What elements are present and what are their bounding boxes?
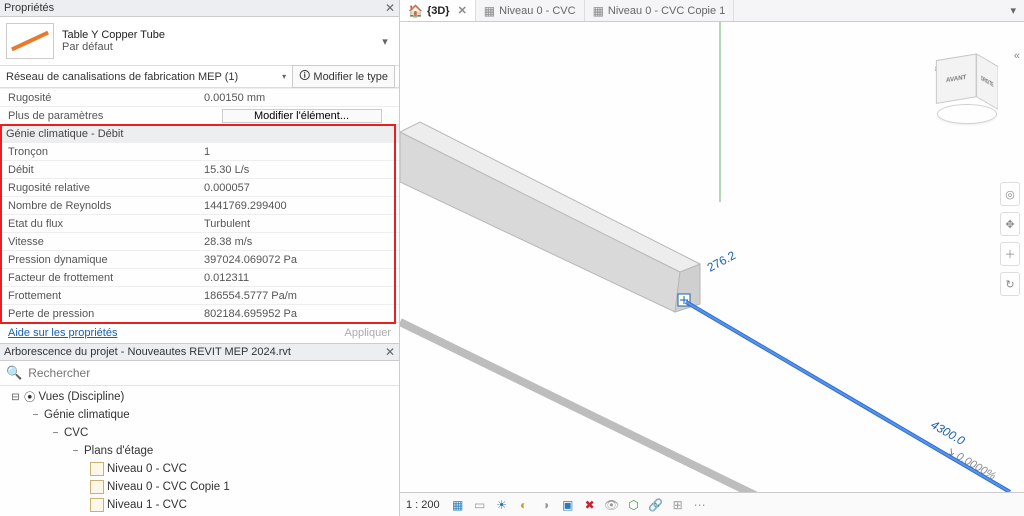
project-browser-title: Arborescence du projet - Nouveautes REVI… [4,346,291,358]
param-value[interactable]: 802184.695952 Pa [200,308,399,320]
chevron-down-icon[interactable]: ▾ [282,72,286,81]
dimension-text: 4300.0 [929,417,968,448]
type-thumbnail [6,23,54,59]
view-tab[interactable]: ▦ Niveau 0 - CVC Copie 1 [585,0,735,21]
dimension-text: 276.2 [705,248,738,275]
param-label: Etat du flux [0,218,200,230]
tree-node[interactable]: Génie climatique [44,409,130,421]
floorplan-icon [90,498,104,512]
search-input[interactable] [28,366,393,380]
param-value[interactable]: 28.38 m/s [200,236,399,248]
edit-type-button[interactable]: 🛈 Modifier le type [292,65,395,88]
tree-node[interactable]: CVC [64,427,88,439]
sb-analytical-icon[interactable]: ⬡ [626,497,642,513]
home-icon: 🏠 [408,4,423,18]
sb-crop-icon[interactable]: ▣ [560,497,576,513]
close-icon[interactable]: ✕ [385,345,395,359]
tree-leaf[interactable]: Niveau 0 - CVC Copie 1 [107,481,230,493]
type-selector[interactable]: Table Y Copper Tube Par défaut ▾ [0,17,399,66]
properties-panel-header: Propriétés ✕ [0,0,399,17]
tab-overflow-button[interactable]: ▾ [1002,0,1024,21]
view-tab-3d[interactable]: 🏠 {3D} ✕ [400,0,476,21]
view-scale[interactable]: 1 : 200 [406,499,440,511]
collapse-arrow-icon[interactable]: « [1014,50,1020,62]
tree-node[interactable]: Plans d'étage [84,445,153,457]
steering-wheel-icon[interactable]: ◎ [1000,182,1020,206]
view-tabs: 🏠 {3D} ✕ ▦ Niveau 0 - CVC ▦ Niveau 0 - C… [400,0,1024,22]
edit-type-icon: 🛈 [299,67,310,86]
viewport-canvas[interactable]: 276.2 4300.0 ↘ 0.0000% « ⌂ AVA [400,22,1024,492]
zoom-icon[interactable]: ＋ [1000,242,1020,266]
param-value[interactable]: 1 [200,146,399,158]
sb-model-icon[interactable]: ▭ [472,497,488,513]
param-label: Vitesse [0,236,200,248]
tree-leaf[interactable]: Niveau 0 - CVC [107,463,187,475]
slope-text: ↘ 0.0000% [944,444,998,482]
sb-misc-icon[interactable]: ⋯ [692,497,708,513]
view-cube[interactable]: ⌂ AVANT DROITE HAUT [932,58,1002,128]
param-value[interactable]: 0.012311 [200,272,399,284]
param-label: Pression dynamique [0,254,200,266]
param-label: Frottement [0,290,200,302]
search-icon: 🔍 [6,365,22,381]
plan-icon: ▦ [484,4,495,18]
param-value[interactable]: 186554.5777 Pa/m [200,290,399,302]
view-status-bar: 1 : 200 ▦ ▭ ☀ ◐ ◑ ▣ ✖ 👁 ⬡ 🔗 ⊞ ⋯ [400,492,1024,516]
param-label: Perte de pression [0,308,200,320]
pan-icon[interactable]: ✥ [1000,212,1020,236]
type-name: Table Y Copper Tube [62,29,377,41]
param-label: Plus de paramètres [0,110,200,122]
tree-leaf[interactable]: Niveau 1 - CVC [107,499,187,511]
plan-icon: ▦ [593,4,604,18]
param-value[interactable]: 15.30 L/s [200,164,399,176]
properties-help-link[interactable]: Aide sur les propriétés [8,327,117,339]
cube-compass-ring[interactable] [937,104,997,124]
sb-link-icon[interactable]: 🔗 [648,497,664,513]
sb-shadow-icon[interactable]: ◐ [516,497,532,513]
project-tree[interactable]: ⊟⦿Vues (Discipline) −Génie climatique −C… [0,385,399,516]
floorplan-icon [90,462,104,476]
param-value[interactable]: 1441769.299400 [200,200,399,212]
param-label: Facteur de frottement [0,272,200,284]
properties-title: Propriétés [4,2,54,14]
param-label: Rugosité [0,92,200,104]
close-icon[interactable]: ✕ [458,4,467,17]
type-subtext: Par défaut [62,41,377,53]
sb-render-icon[interactable]: ◑ [538,497,554,513]
param-value[interactable]: 0.00150 mm [200,92,399,104]
edit-element-button[interactable]: Modifier l'élément... [222,109,382,123]
orbit-icon[interactable]: ↻ [1000,272,1020,296]
cube-face-right[interactable]: DROITE [977,54,999,110]
param-group-header[interactable]: Génie climatique - Débit [0,124,399,142]
param-label: Tronçon [0,146,200,158]
chevron-down-icon[interactable]: ▾ [377,33,393,49]
sb-constraint-icon[interactable]: ⊞ [670,497,686,513]
floorplan-icon [90,480,104,494]
sb-detail-icon[interactable]: ▦ [450,497,466,513]
param-label: Nombre de Reynolds [0,200,200,212]
param-value[interactable]: 397024.069072 Pa [200,254,399,266]
close-icon[interactable]: ✕ [385,1,395,15]
tree-node[interactable]: Vues (Discipline) [39,391,125,403]
param-value[interactable]: Turbulent [200,218,399,230]
project-browser-header: Arborescence du projet - Nouveautes REVI… [0,344,399,361]
sb-reveal-icon[interactable]: 👁 [604,497,620,513]
param-label: Débit [0,164,200,176]
param-value[interactable]: 0.000057 [200,182,399,194]
filter-label[interactable]: Réseau de canalisations de fabrication M… [6,71,238,83]
view-tab[interactable]: ▦ Niveau 0 - CVC [476,0,585,21]
cube-face-front[interactable]: AVANT [936,54,977,104]
sb-sun-icon[interactable]: ☀ [494,497,510,513]
apply-button[interactable]: Appliquer [345,327,391,339]
param-label: Rugosité relative [0,182,200,194]
sb-hide-icon[interactable]: ✖ [582,497,598,513]
